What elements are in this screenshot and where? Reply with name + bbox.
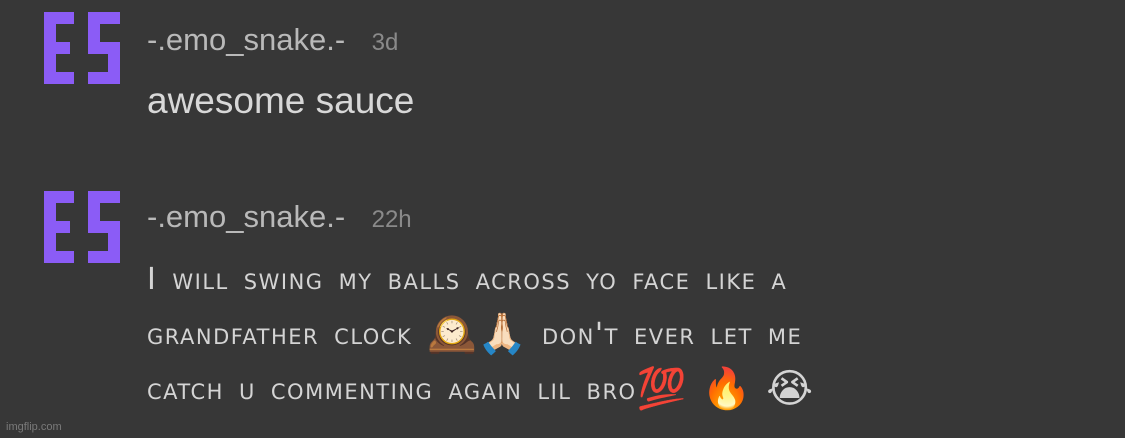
comment-line-2b-text: don't ever let me: [541, 317, 803, 352]
timestamp: 22h: [371, 206, 412, 233]
mantelpiece-clock-icon: 🕰️: [427, 311, 478, 357]
comment-text: I will swing my balls across yo face lik…: [147, 253, 1047, 417]
comment-line-3: catch u commenting again lil bro💯 🔥 😭: [147, 362, 1047, 417]
es-letters-icon: [44, 12, 120, 84]
username[interactable]: -.emo_snake.-: [147, 22, 345, 57]
comment-line-2-text: grandfather clock: [147, 317, 413, 352]
comment-meta: -.emo_snake.- 22h: [147, 199, 412, 235]
loudly-crying-face-icon: 😭: [766, 366, 814, 412]
es-letters-icon: [44, 191, 120, 263]
comment-line-2: grandfather clock 🕰️🙏🏻 don't ever let me: [147, 307, 1047, 362]
fire-icon: 🔥: [701, 366, 752, 412]
comment-text: awesome sauce: [147, 80, 415, 121]
comment-meta: -.emo_snake.- 3d: [147, 22, 398, 58]
username[interactable]: -.emo_snake.-: [147, 199, 345, 234]
imgflip-watermark: imgflip.com: [6, 421, 62, 433]
timestamp: 3d: [371, 29, 399, 56]
comment-line-3-text: catch u commenting again lil bro: [147, 372, 637, 407]
avatar-es-icon[interactable]: [40, 8, 124, 88]
avatar-es-icon[interactable]: [40, 187, 124, 267]
comment-1: -.emo_snake.- 3d awesome sauce: [0, 0, 1125, 170]
folded-hands-icon: 🙏🏻: [477, 311, 527, 357]
comment-2: -.emo_snake.- 22h I will swing my balls …: [0, 175, 1125, 425]
hundred-points-icon: 💯: [636, 366, 687, 412]
comment-line-1: I will swing my balls across yo face lik…: [147, 262, 788, 297]
